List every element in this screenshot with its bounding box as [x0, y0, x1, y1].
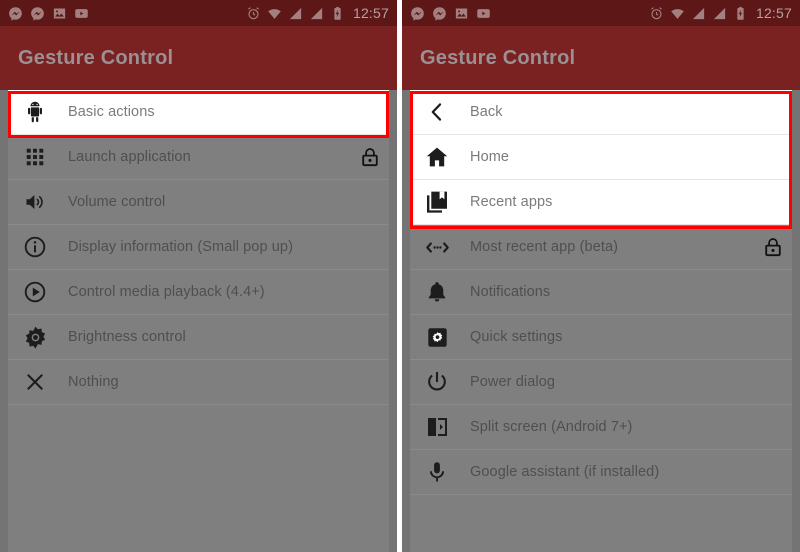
split-screen-icon	[420, 415, 454, 439]
status-bar-notification-icons	[410, 6, 491, 21]
list-item-label: Launch application	[68, 149, 191, 165]
status-bar-system-icons: 12:57	[649, 5, 792, 21]
signal-icon	[692, 7, 705, 19]
android-robot-icon	[18, 100, 52, 124]
status-bar-clock: 12:57	[352, 5, 389, 21]
right-screen: 12:57 Gesture Control Back Home Recent a…	[402, 0, 800, 552]
list-item-google-assistant[interactable]: Google assistant (if installed)	[402, 450, 800, 495]
left-action-list: Basic actions Launch application Volume …	[0, 90, 397, 405]
signal-off-icon	[310, 6, 323, 19]
brightness-icon	[18, 325, 52, 350]
list-item-label: Control media playback (4.4+)	[68, 284, 265, 300]
list-item-brightness-control[interactable]: Brightness control	[0, 315, 397, 360]
list-item-label: Recent apps	[470, 194, 553, 210]
list-item-label: Power dialog	[470, 374, 556, 390]
list-item-back[interactable]: Back	[402, 90, 800, 135]
volume-up-icon	[18, 190, 52, 214]
list-item-control-media-playback[interactable]: Control media playback (4.4+)	[0, 270, 397, 315]
list-item-recent-apps[interactable]: Recent apps	[402, 180, 800, 225]
list-item-label: Quick settings	[470, 329, 563, 345]
status-bar-system-icons: 12:57	[246, 5, 389, 21]
list-item-label: Volume control	[68, 194, 166, 210]
list-item-label: Home	[470, 149, 510, 165]
battery-icon	[334, 6, 341, 20]
list-item-launch-application[interactable]: Launch application	[0, 135, 397, 180]
lock-icon	[359, 146, 381, 168]
youtube-icon	[477, 8, 490, 18]
page-title: Gesture Control	[420, 46, 576, 69]
left-screen: 12:57 Gesture Control Basic actions Laun…	[0, 0, 397, 552]
bell-icon	[420, 280, 454, 304]
list-item-most-recent-app[interactable]: Most recent app (beta)	[402, 225, 800, 270]
home-icon	[420, 145, 454, 169]
list-item-nothing[interactable]: Nothing	[0, 360, 397, 405]
photos-icon	[455, 8, 468, 18]
list-item-label: Nothing	[68, 374, 119, 390]
close-x-icon	[18, 370, 52, 394]
swap-arrows-icon	[420, 235, 454, 260]
left-list-container: Basic actions Launch application Volume …	[0, 90, 397, 552]
app-bar-right: Gesture Control	[402, 26, 800, 90]
chevron-left-icon	[420, 100, 454, 124]
list-item-power-dialog[interactable]: Power dialog	[402, 360, 800, 405]
list-item-volume-control[interactable]: Volume control	[0, 180, 397, 225]
status-bar-left: 12:57	[0, 0, 397, 26]
alarm-icon	[248, 6, 259, 19]
info-circle-icon	[18, 235, 52, 259]
right-action-list: Back Home Recent apps Most recent app (b…	[402, 90, 800, 495]
apps-grid-icon	[18, 146, 52, 168]
youtube-icon	[75, 8, 88, 18]
wifi-icon	[268, 8, 281, 19]
signal-off-icon	[713, 6, 726, 19]
lock-icon	[762, 236, 784, 258]
dual-screenshot-container: 12:57 Gesture Control Basic actions Laun…	[0, 0, 800, 552]
wifi-icon	[671, 8, 684, 19]
list-item-basic-actions[interactable]: Basic actions	[0, 90, 397, 135]
photos-icon	[53, 8, 66, 18]
power-icon	[420, 370, 454, 394]
list-item-label: Split screen (Android 7+)	[470, 419, 633, 435]
list-item-label: Basic actions	[68, 104, 155, 120]
list-item-split-screen[interactable]: Split screen (Android 7+)	[402, 405, 800, 450]
status-bar-clock: 12:57	[755, 5, 792, 21]
status-bar-notification-icons	[8, 6, 89, 21]
list-item-quick-settings[interactable]: Quick settings	[402, 315, 800, 360]
play-circle-icon	[18, 280, 52, 304]
alarm-icon	[651, 6, 662, 19]
messenger-icon	[9, 6, 22, 21]
quick-settings-icon	[420, 326, 454, 349]
recent-apps-icon	[420, 190, 454, 214]
list-item-label: Back	[470, 104, 503, 120]
signal-icon	[289, 7, 302, 19]
list-item-home[interactable]: Home	[402, 135, 800, 180]
messenger-icon	[31, 6, 44, 21]
status-bar-right: 12:57	[402, 0, 800, 26]
list-item-label: Brightness control	[68, 329, 186, 345]
battery-icon	[737, 6, 744, 20]
list-item-notifications[interactable]: Notifications	[402, 270, 800, 315]
right-list-container: Back Home Recent apps Most recent app (b…	[402, 90, 800, 552]
list-item-display-information[interactable]: Display information (Small pop up)	[0, 225, 397, 270]
messenger-icon	[411, 6, 424, 21]
list-item-label: Google assistant (if installed)	[470, 464, 660, 480]
page-title: Gesture Control	[18, 46, 174, 69]
list-item-label: Display information (Small pop up)	[68, 239, 294, 255]
list-item-label: Most recent app (beta)	[470, 239, 619, 255]
app-bar-left: Gesture Control	[0, 26, 397, 90]
messenger-icon	[433, 6, 446, 21]
list-item-label: Notifications	[470, 284, 551, 300]
microphone-icon	[420, 460, 454, 484]
